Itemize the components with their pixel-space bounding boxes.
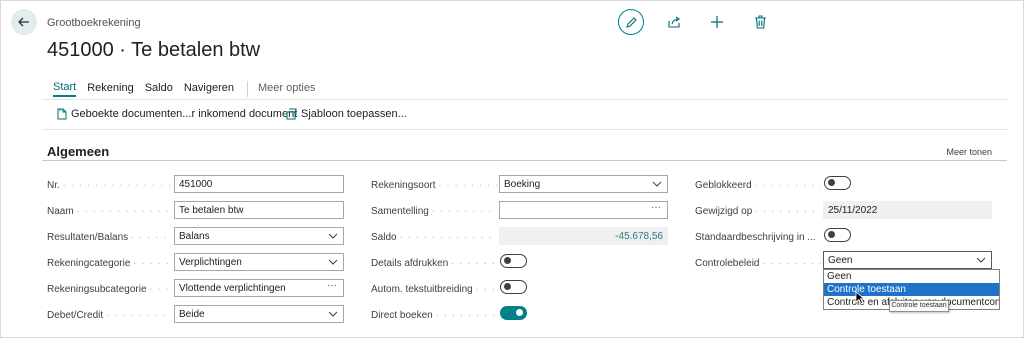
details-afdrukken-toggle[interactable] xyxy=(500,254,527,268)
apply-template-command[interactable]: Sjabloon toepassen... xyxy=(285,108,407,120)
nr-field[interactable]: 451000 xyxy=(174,175,344,193)
field-label-samentelling: Samentelling · · · · · · · · · · · · · · xyxy=(371,206,497,217)
toggle-knob xyxy=(504,283,511,290)
divider xyxy=(42,99,1007,100)
field-label-autom-tekstuitbreiding: Autom. tekstuitbreiding · · · xyxy=(371,284,497,295)
toggle-knob xyxy=(504,257,511,264)
chevron-down-icon xyxy=(976,257,986,263)
field-label-gewijzigd-op: Gewijzigd op · · · · · · · · · · · · · ·… xyxy=(695,206,821,217)
gewijzigd-op-value: 25/11/2022 xyxy=(823,201,992,219)
posted-documents-command[interactable]: Geboekte documenten...r inkomend documen… xyxy=(57,108,297,120)
option-tooltip: Controle toestaan xyxy=(889,300,949,312)
posted-documents-label: Geboekte documenten...r inkomend documen… xyxy=(71,108,298,120)
chevron-down-icon xyxy=(328,259,338,265)
tab-start[interactable]: Start xyxy=(53,81,77,97)
trash-icon xyxy=(754,15,766,29)
toggle-knob xyxy=(828,179,835,186)
lookup-button[interactable]: ··· xyxy=(327,280,337,291)
resultaten-balans-select[interactable]: Balans xyxy=(174,227,344,245)
saldo-value[interactable]: -45.678,56 xyxy=(499,227,668,245)
apply-template-label: Sjabloon toepassen... xyxy=(301,108,407,120)
divider xyxy=(42,129,1007,130)
rekeningcategorie-select[interactable]: Verplichtingen xyxy=(174,253,344,271)
field-label-naam: Naam · · · · · · · · · · · · · · · · · ·… xyxy=(47,206,172,217)
field-label-nr: Nr. · · · · · · · · · · · · · · · · · · … xyxy=(47,180,172,191)
field-label-saldo: Saldo · · · · · · · · · · · · · · · · · … xyxy=(371,232,497,243)
rekeningsubcategorie-field[interactable]: Vlottende verplichtingen ··· xyxy=(174,279,344,297)
field-label-resultaten-balans: Resultaten/Balans · · · · · · · · · · · xyxy=(47,232,172,243)
section-title: Algemeen xyxy=(47,144,110,159)
pencil-icon xyxy=(625,16,637,28)
tab-more-options[interactable]: Meer opties xyxy=(258,82,315,96)
dropdown-option-geen[interactable]: Geen xyxy=(824,270,999,283)
debet-credit-select[interactable]: Beide xyxy=(174,305,344,323)
back-arrow-icon xyxy=(18,17,29,27)
toggle-knob xyxy=(516,309,523,316)
field-label-rekeningsubcategorie: Rekeningsubcategorie · · · · · · xyxy=(47,284,172,295)
rekeningsoort-select[interactable]: Boeking xyxy=(499,175,668,193)
field-label-debet-credit: Debet/Credit · · · · · · · · · · · · · ·… xyxy=(47,310,172,321)
dropdown-option-controle-toestaan[interactable]: Controle toestaan xyxy=(824,283,999,296)
controlebeleid-select[interactable]: Geen xyxy=(823,251,992,269)
field-label-rekeningsoort: Rekeningsoort · · · · · · · · · · · · · xyxy=(371,180,497,191)
field-label-controlebeleid: Controlebeleid · · · · · · · · · · · · · xyxy=(695,258,821,269)
naam-field[interactable]: Te betalen btw xyxy=(174,201,344,219)
tab-rekening[interactable]: Rekening xyxy=(87,82,133,96)
standaardbeschrijving-toggle[interactable] xyxy=(824,228,851,242)
lookup-button[interactable]: ··· xyxy=(651,202,661,213)
delete-button[interactable] xyxy=(747,9,773,35)
chevron-down-icon xyxy=(328,311,338,317)
back-button[interactable] xyxy=(11,9,37,35)
share-button[interactable] xyxy=(661,9,687,35)
direct-boeken-toggle[interactable] xyxy=(500,306,527,320)
document-icon xyxy=(57,108,67,120)
chevron-down-icon xyxy=(652,181,662,187)
page-caption: Grootboekrekening xyxy=(47,17,141,29)
tab-saldo[interactable]: Saldo xyxy=(145,82,173,96)
chevron-down-icon xyxy=(328,233,338,239)
show-more-link[interactable]: Meer tonen xyxy=(946,147,992,157)
field-label-details-afdrukken: Details afdrukken · · · · · · · · · · xyxy=(371,258,497,269)
field-label-direct-boeken: Direct boeken · · · · · · · · · · · · · xyxy=(371,310,497,321)
plus-icon xyxy=(711,16,723,28)
action-bar xyxy=(618,9,790,35)
field-label-geblokkeerd: Geblokkeerd · · · · · · · · · · · · · · … xyxy=(695,180,821,191)
cursor-icon xyxy=(855,291,865,305)
tab-navigeren[interactable]: Navigeren xyxy=(184,82,234,96)
share-icon xyxy=(668,16,680,28)
geblokkeerd-toggle[interactable] xyxy=(824,176,851,190)
edit-button[interactable] xyxy=(618,9,644,35)
tab-separator xyxy=(247,81,248,97)
field-label-rekeningcategorie: Rekeningcategorie · · · · · · · · · · · xyxy=(47,258,172,269)
field-label-standaardbeschrijving: Standaardbeschrijving in ... xyxy=(695,232,816,243)
samentelling-field[interactable]: ··· xyxy=(499,201,668,219)
action-tabs: Start Rekening Saldo Navigeren Meer opti… xyxy=(53,81,326,97)
template-icon xyxy=(286,108,297,120)
toggle-knob xyxy=(828,231,835,238)
new-button[interactable] xyxy=(704,9,730,35)
section-divider xyxy=(42,160,1007,161)
page-title: 451000 · Te betalen btw xyxy=(47,39,261,61)
autom-tekstuitbreiding-toggle[interactable] xyxy=(500,280,527,294)
